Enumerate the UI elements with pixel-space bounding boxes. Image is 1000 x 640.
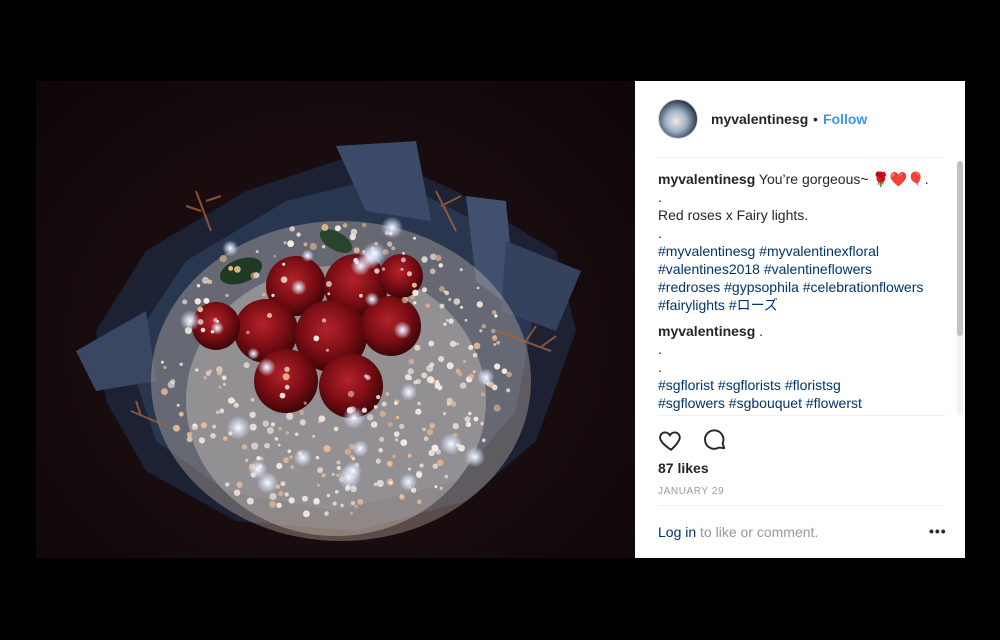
login-prompt-text: to like or comment.	[696, 524, 819, 540]
comments-scrollbar-thumb[interactable]	[957, 161, 963, 336]
caption-line: .	[658, 189, 662, 205]
caption: myvalentinesg You’re gorgeous~ 🌹❤️🎈.	[658, 170, 930, 188]
avatar[interactable]	[658, 99, 698, 139]
post-header: myvalentinesg • Follow	[635, 81, 965, 157]
comments-list[interactable]: myvalentinesg You’re gorgeous~ 🌹❤️🎈. . R…	[658, 170, 930, 415]
comment-bubble-icon[interactable]	[702, 427, 728, 453]
post-side-panel: myvalentinesg • Follow myvalentinesg You…	[635, 81, 965, 558]
comment-username[interactable]: myvalentinesg	[658, 323, 755, 339]
caption-username[interactable]: myvalentinesg	[658, 171, 755, 187]
caption-line: Red roses x Fairy lights.	[658, 207, 809, 223]
follow-button[interactable]: Follow	[823, 111, 867, 127]
bouquet-photo-art	[76, 141, 581, 541]
caption-text: You’re gorgeous~ 🌹❤️🎈.	[758, 171, 929, 187]
comment-hashtags[interactable]: #sgflorist #sgflorists #floristsg	[658, 376, 930, 394]
footer-divider	[658, 505, 945, 506]
comment-line: .	[658, 359, 662, 375]
caption-hashtags[interactable]: #myvalentinesg #myvalentinexfloral #vale…	[658, 242, 930, 314]
login-link[interactable]: Log in	[658, 524, 696, 540]
login-prompt: Log in to like or comment.	[658, 524, 818, 540]
likes-count[interactable]: 87 likes	[658, 460, 709, 476]
more-options-icon[interactable]: •••	[929, 523, 947, 539]
action-bar	[658, 427, 742, 453]
header-separator: •	[813, 111, 818, 127]
comment-text: .	[755, 323, 764, 339]
comment: myvalentinesg .	[658, 322, 930, 340]
header-username[interactable]: myvalentinesg	[711, 111, 808, 127]
comment-line: .	[658, 341, 662, 357]
post-photo[interactable]	[36, 81, 635, 558]
post-date[interactable]: JANUARY 29	[658, 486, 724, 497]
comment-hashtags-cut[interactable]: #sgflowers #sgbouquet #flowerst	[658, 394, 930, 412]
caption-line: .	[658, 225, 662, 241]
post-modal: myvalentinesg • Follow myvalentinesg You…	[36, 81, 965, 558]
comments-divider	[658, 415, 945, 416]
heart-icon[interactable]	[658, 427, 684, 453]
header-divider	[658, 157, 945, 158]
